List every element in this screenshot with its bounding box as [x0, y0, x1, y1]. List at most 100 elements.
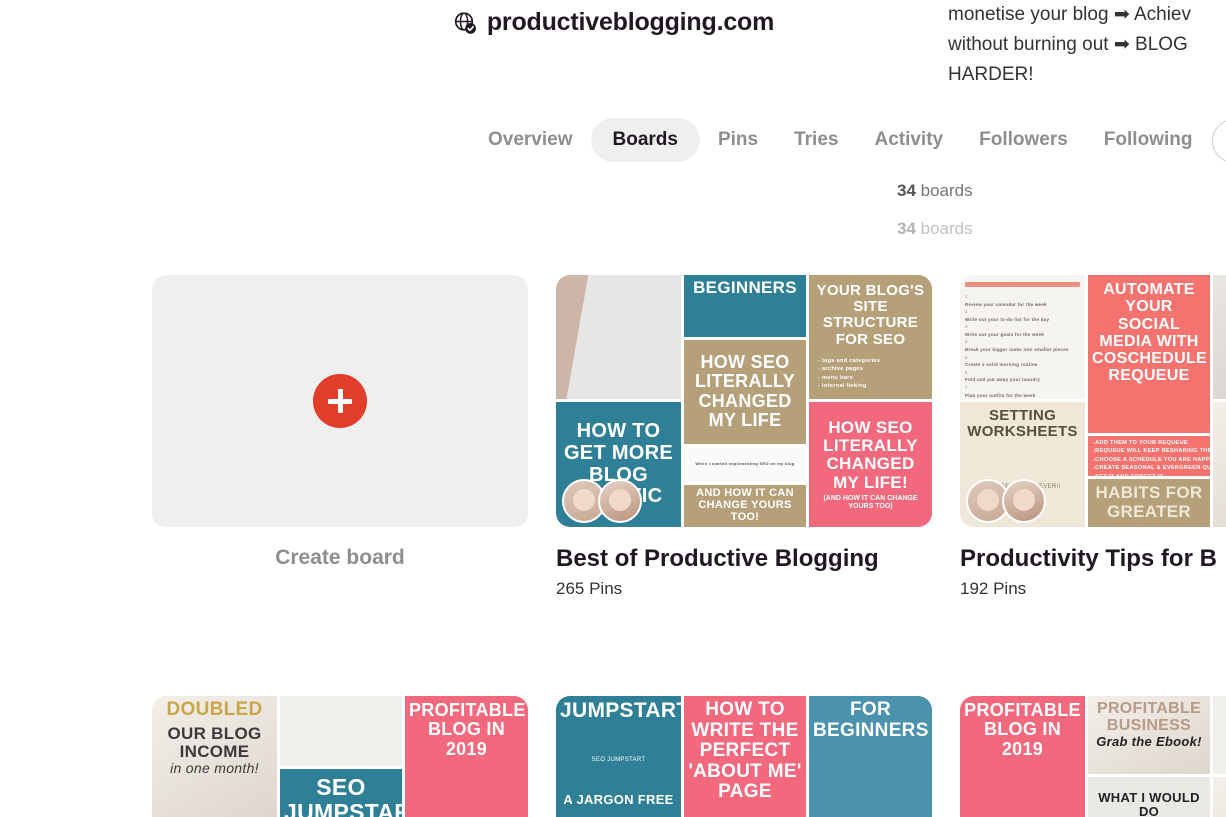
checklist-text: Plan your outfits for the week — [965, 392, 1036, 398]
checklist-text: Write out your to-do list for the day — [965, 316, 1050, 322]
collage-text: WHAT I WOULD DO DIFFERENTLY IF I HAD TO — [1098, 790, 1200, 817]
collage-cell: HABITS FOR GREATER — [1088, 478, 1210, 527]
collage-text: DOUBLED — [166, 699, 263, 720]
boards-grid: Create board HOW TO GET MORE BLOG TRAFFI… — [152, 275, 1226, 817]
board-card[interactable]: 1 Review your calendar for the week 2 Writ… — [960, 275, 1226, 599]
checklist-item: 4 Break your bigger tasks into smaller pi… — [965, 338, 1080, 353]
collage-cell: FOR BEGINNERS — [809, 696, 932, 817]
checklist-bar — [965, 282, 1080, 287]
create-board-label: Create board — [275, 546, 405, 569]
tab-activity[interactable]: Activity — [856, 118, 961, 162]
board-title[interactable]: Best of Productive Blogging — [556, 545, 932, 573]
checklist-item: 3 Write out your goals for the week — [965, 323, 1080, 338]
board-card[interactable]: HOW TO GET MORE BLOG TRAFFIC BEGINNERS H… — [556, 275, 932, 599]
profile-tabs: Overview Boards Pins Tries Activity Foll… — [470, 118, 1210, 162]
collage-cell: YOUR BLOG'S SITE STRUCTURE FOR SEO - tag… — [809, 275, 932, 399]
board-collage[interactable]: JUMPSTART SEO JUMPSTART A JARGON FREE A … — [556, 696, 932, 817]
collage-text: FOR BEGINNERS — [813, 699, 929, 741]
board-pin-count: 192 Pins — [960, 579, 1027, 598]
collage-bullet: -ADD THEM TO YOUR REQUEUE — [1093, 439, 1188, 446]
boards-count-ghost-label: boards — [915, 219, 973, 238]
checklist-item: 7 Plan your outfits for the week — [965, 384, 1080, 399]
collage-cell: HOW TO WRITE THE PERFECT 'ABOUT ME' PAGE — [684, 696, 806, 817]
tab-boards[interactable]: Boards — [590, 118, 700, 162]
collage-text: OUR BLOG INCOME — [167, 723, 262, 761]
board-collage[interactable]: PROFITABLE BLOG IN 2019 SET UP THE YOAST… — [960, 696, 1226, 817]
checklist-item: 2 Write out your to-do list for the day — [965, 308, 1080, 323]
board-title[interactable]: Productivity Tips for B — [960, 545, 1226, 573]
collage-bullet-list: - tags and categories - archive pages - … — [813, 354, 928, 394]
collage-text: AUTOMATE YOUR SOCIAL MEDIA WITH COSCHEDU… — [1092, 281, 1208, 385]
collage-text: in one month! — [170, 760, 259, 777]
tab-pins[interactable]: Pins — [700, 118, 776, 162]
avatar — [598, 479, 642, 523]
tab-following[interactable]: Following — [1086, 118, 1211, 162]
boards-count-ghost-number: 34 — [897, 219, 916, 238]
globe-verified-icon — [454, 11, 476, 34]
profile-bio-text: monetise your blog ➡ Achiev without burn… — [948, 4, 1191, 85]
checklist-item: 6 Fold and put away your laundry — [965, 369, 1080, 384]
collage-cell: BEGINNERS — [684, 275, 806, 337]
collage-text: SEO JUMPSTART — [284, 774, 402, 817]
board-collage[interactable]: DOUBLED OUR BLOG INCOME in one month! SE… — [152, 696, 528, 817]
collage-text: JUMPSTART — [560, 699, 681, 722]
collage-bullet: - menu bars — [818, 374, 854, 381]
collage-cell: PROFITABLE BUSINESS Grab the Ebook! — [1088, 696, 1210, 774]
collage-bullet: -REQUEUE WILL KEEP RESHARING THEM — [1093, 448, 1210, 455]
collage-cell — [556, 275, 681, 399]
collage-cell — [280, 696, 402, 766]
collage-cell: DOUBLED OUR BLOG INCOME in one month! — [152, 696, 277, 817]
collage-cell — [1213, 777, 1226, 817]
checklist-item: 1 Review your calendar for the week — [965, 293, 1080, 308]
board-card[interactable]: JUMPSTART SEO JUMPSTART A JARGON FREE A … — [556, 696, 932, 817]
collage-text: PROFITABLE BLOG IN 2019 — [964, 700, 1081, 759]
board-contributor-avatars — [966, 479, 1046, 523]
collage-cell: WHAT I WOULD DO DIFFERENTLY IF I HAD TO … — [1088, 777, 1210, 817]
collage-text: HABITS FOR GREATER — [1095, 483, 1203, 521]
search-input[interactable] — [1212, 119, 1226, 163]
collage-cell: PROFITABLE BLOG IN 2019 — [405, 696, 528, 817]
boards-count-ghost: 34 boards — [897, 219, 973, 239]
checklist-text: Write out your goals for the week — [965, 331, 1045, 337]
pinterest-profile-page: productiveblogging.com monetise your blo… — [0, 0, 1226, 817]
collage-cell-chart: When I started implementing SEO on my bl… — [684, 446, 806, 483]
create-board-tile[interactable] — [152, 275, 528, 527]
collage-text: PROFITABLE BUSINESS — [1096, 700, 1202, 735]
board-collage[interactable]: 1 Review your calendar for the week 2 Writ… — [960, 275, 1226, 527]
collage-chart-caption: When I started implementing SEO on my bl… — [695, 461, 795, 467]
collage-bullet: -CREATE SEASONAL & EVERGREEN QUEUES — [1093, 465, 1210, 472]
plus-icon[interactable] — [313, 374, 367, 428]
create-board-card[interactable]: Create board — [152, 275, 528, 599]
checklist: 1 Review your calendar for the week 2 Writ… — [960, 275, 1085, 399]
boards-count-number: 34 — [897, 181, 916, 200]
tab-overview[interactable]: Overview — [470, 118, 591, 162]
site-name[interactable]: productiveblogging.com — [487, 8, 774, 37]
collage-text: A JARGON FREE — [563, 792, 674, 808]
collage-text: AND HOW IT CAN CHANGE YOURS TOO! — [696, 487, 794, 524]
collage-bullet: - internal linking — [818, 383, 867, 390]
collage-bullet: -CHOOSE A SCHEDULE YOU ARE HAPPY WITH — [1093, 456, 1210, 463]
collage-text: SEO JUMPSTART — [591, 756, 646, 763]
collage-text: Grab the Ebook! — [1096, 733, 1202, 749]
collage-cell: HOW SEO LITERALLY CHANGED MY LIFE! (AND … — [809, 402, 932, 527]
boards-row-1: Create board HOW TO GET MORE BLOG TRAFFI… — [152, 275, 1226, 599]
checklist-text: Break your bigger tasks into smaller pie… — [965, 347, 1069, 353]
collage-cell: PROFITABLE BLOG IN 2019 — [960, 696, 1085, 817]
board-pin-count: 265 Pins — [556, 579, 623, 598]
collage-text: SETTING WORKSHEETS — [967, 407, 1078, 441]
checklist-text: Fold and put away your laundry — [965, 377, 1041, 383]
tab-tries[interactable]: Tries — [776, 118, 856, 162]
boards-count: 34 boards — [897, 181, 973, 201]
tab-followers[interactable]: Followers — [961, 118, 1086, 162]
board-card[interactable]: PROFITABLE BLOG IN 2019 SET UP THE YOAST… — [960, 696, 1226, 817]
board-card[interactable]: DOUBLED OUR BLOG INCOME in one month! SE… — [152, 696, 528, 817]
collage-subtext: (AND HOW IT CAN CHANGE YOURS TOO) — [823, 495, 918, 510]
collage-text: HOW SEO LITERALLY CHANGED MY LIFE — [694, 351, 796, 430]
collage-bullet: - archive pages — [818, 366, 864, 373]
collage-cell — [1213, 696, 1226, 774]
board-collage[interactable]: HOW TO GET MORE BLOG TRAFFIC BEGINNERS H… — [556, 275, 932, 527]
collage-cell: SEO JUMPSTART — [280, 769, 402, 817]
boards-row-2: DOUBLED OUR BLOG INCOME in one month! SE… — [152, 696, 1226, 817]
checklist-text: Review your calendar for the week — [965, 301, 1047, 307]
boards-count-label: boards — [915, 181, 973, 200]
